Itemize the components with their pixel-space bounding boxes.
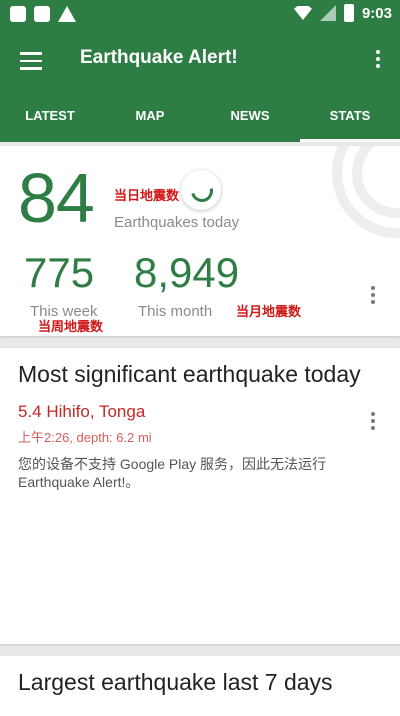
wifi-icon [293, 6, 312, 20]
annotation-week: 当周地震数 [38, 319, 104, 334]
quake-more-icon[interactable] [371, 412, 375, 433]
quake-meta: 上午2:26, depth: 6.2 mi [18, 430, 152, 445]
tab-map[interactable]: MAP [100, 90, 200, 142]
quake-title[interactable]: 5.4 Hihifo, Tonga [18, 402, 145, 422]
tab-bar: LATEST MAP NEWS STATS [0, 90, 400, 142]
month-count: 8,949 [134, 249, 240, 296]
loading-spinner [181, 170, 221, 210]
cell-signal-icon [319, 5, 336, 21]
annotation-month: 当月地震数 [236, 304, 302, 319]
status-bar: 9:03 [0, 0, 400, 28]
tab-stats[interactable]: STATS [300, 90, 400, 142]
significant-heading: Most significant earthquake today [18, 361, 361, 387]
week-count: 775 [24, 249, 95, 296]
stats-more-icon[interactable] [371, 286, 375, 307]
largest-heading: Largest earthquake last 7 days [18, 669, 333, 695]
tab-latest[interactable]: LATEST [0, 90, 100, 142]
app-bar: Earthquake Alert! [0, 28, 400, 90]
play-services-message: 您的设备不支持 Google Play 服务，因此无法运行 Earthquake… [18, 456, 327, 490]
notification-icon [34, 6, 50, 22]
significant-quake-card[interactable] [0, 348, 400, 644]
today-label: Earthquakes today [114, 214, 240, 231]
status-time: 9:03 [361, 4, 392, 22]
notification-icon [10, 6, 26, 22]
overflow-menu-icon[interactable] [376, 50, 380, 71]
app-title: Earthquake Alert! [80, 47, 238, 68]
annotation-today: 当日地震数 [114, 188, 180, 203]
month-label: This month [138, 303, 213, 320]
today-count: 84 [18, 159, 95, 237]
menu-icon[interactable] [20, 52, 42, 75]
warning-icon [58, 6, 76, 22]
tab-news[interactable]: NEWS [200, 90, 300, 142]
battery-icon [343, 4, 354, 22]
